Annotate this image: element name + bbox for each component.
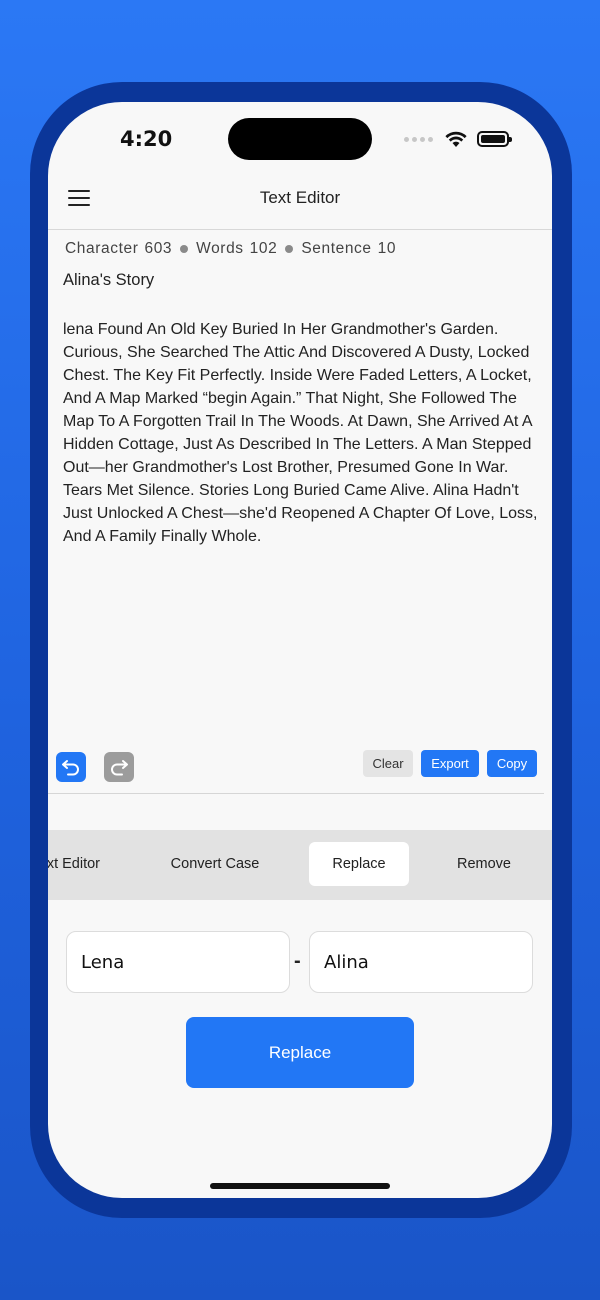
undo-button[interactable]	[56, 752, 86, 782]
wifi-icon	[445, 131, 467, 147]
undo-icon	[62, 760, 79, 776]
dynamic-island	[228, 118, 372, 160]
tab-replace[interactable]: Replace	[309, 842, 409, 886]
tab-remove[interactable]: Remove	[444, 842, 524, 886]
app-header: Text Editor	[48, 168, 552, 230]
words-label: Words	[196, 240, 244, 257]
redo-button[interactable]	[104, 752, 134, 782]
find-input[interactable]: Lena	[66, 931, 290, 993]
document-body[interactable]: lena Found An Old Key Buried In Her Gran…	[63, 318, 539, 548]
tool-tabs: xt Editor Convert Case Replace Remove	[48, 830, 552, 900]
divider	[48, 793, 544, 794]
copy-button[interactable]: Copy	[487, 750, 537, 777]
export-button[interactable]: Export	[421, 750, 479, 777]
sentence-count: 10	[377, 240, 397, 257]
home-indicator	[210, 1183, 390, 1189]
field-separator: -	[294, 950, 301, 972]
tab-text-editor[interactable]: xt Editor	[48, 842, 100, 886]
replace-button[interactable]: Replace	[186, 1017, 414, 1088]
app-screen: 4:20 Text Editor Character 603 Words 102…	[48, 102, 552, 1198]
separator-dot	[285, 245, 294, 253]
sentence-label: Sentence	[301, 240, 372, 257]
battery-icon	[477, 131, 512, 147]
character-label: Character	[65, 240, 139, 257]
redo-icon	[111, 760, 128, 776]
character-count: 603	[144, 240, 173, 257]
status-icons	[404, 128, 512, 150]
page-title: Text Editor	[259, 188, 341, 207]
clear-button[interactable]: Clear	[363, 750, 413, 777]
status-time: 4:20	[120, 127, 173, 151]
separator-dot	[180, 245, 189, 253]
document-title[interactable]: Alina's Story	[63, 271, 154, 290]
tab-convert-case[interactable]: Convert Case	[156, 842, 274, 886]
text-stats: Character 603 Words 102 Sentence 10	[65, 240, 396, 258]
replace-input[interactable]: Alina	[309, 931, 533, 993]
words-count: 102	[249, 240, 278, 257]
cellular-signal-icon	[404, 136, 433, 142]
